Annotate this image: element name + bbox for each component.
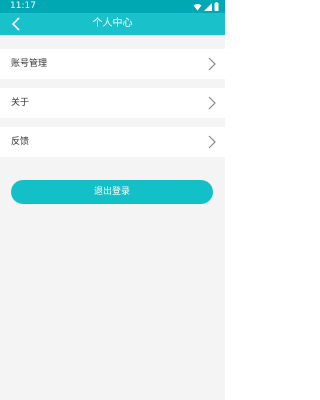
wifi-icon — [193, 3, 202, 10]
battery-icon — [214, 2, 219, 11]
menu-item-about[interactable]: 关于 — [0, 88, 225, 118]
menu-item-label: 反馈 — [11, 137, 30, 147]
status-bar: 11:17 — [0, 0, 225, 13]
status-icons — [191, 2, 219, 11]
chevron-right-icon — [208, 96, 216, 110]
chevron-right-icon — [208, 135, 216, 149]
status-time: 11:17 — [10, 1, 36, 11]
signal-icon — [204, 2, 212, 11]
app-header: 个人中心 — [0, 13, 225, 35]
content-area: 账号管理 关于 反馈 退出登录 — [0, 35, 225, 400]
menu-item-label: 账号管理 — [11, 59, 48, 69]
chevron-right-icon — [208, 57, 216, 71]
page-title: 个人中心 — [92, 18, 133, 29]
logout-button[interactable]: 退出登录 — [11, 180, 213, 204]
menu-item-label: 关于 — [11, 98, 30, 108]
menu-item-account[interactable]: 账号管理 — [0, 49, 225, 79]
menu-item-feedback[interactable]: 反馈 — [0, 127, 225, 157]
